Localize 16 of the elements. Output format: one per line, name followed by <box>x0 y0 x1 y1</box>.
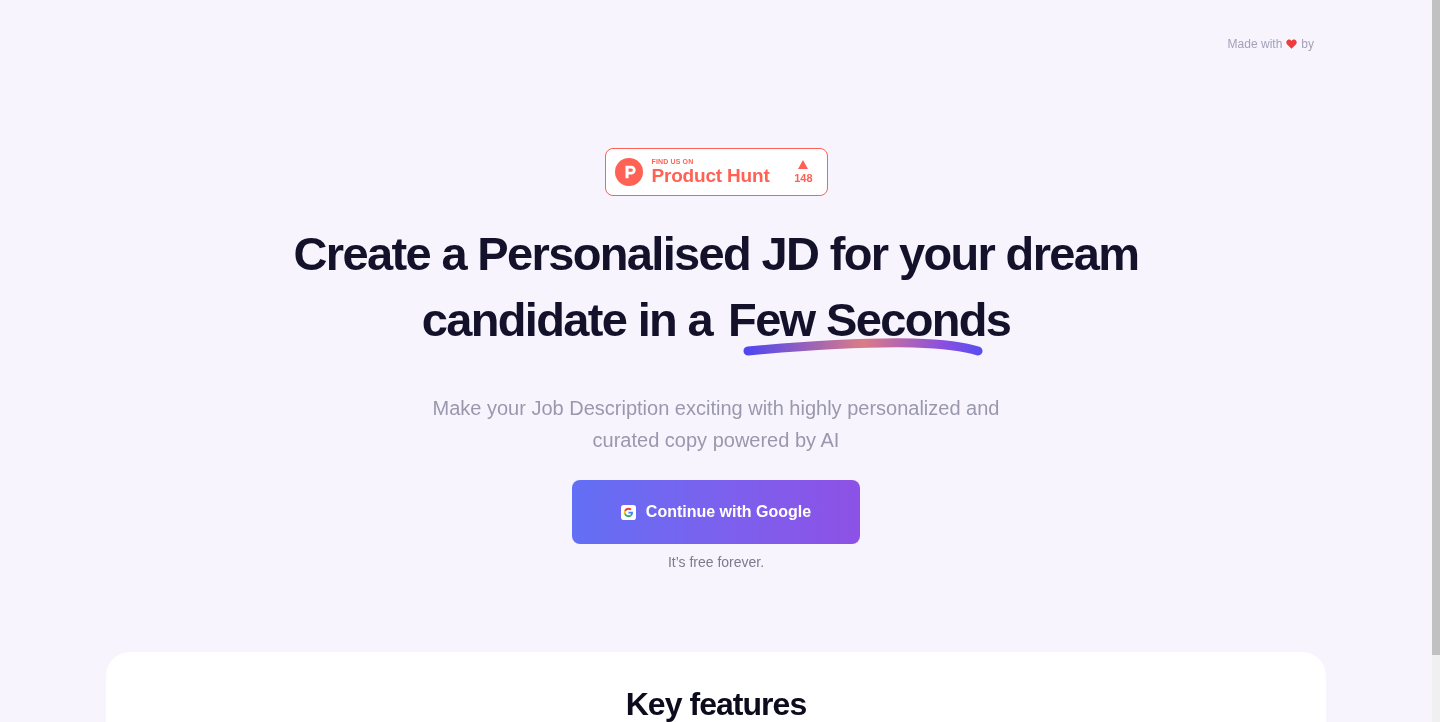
upvote-count: 148 <box>794 170 813 185</box>
upvote-triangle-icon <box>798 159 809 169</box>
g-logo-icon <box>620 504 636 520</box>
badge-title: Product Hunt <box>651 166 770 186</box>
free-forever-note: It’s free forever. <box>667 553 765 572</box>
continue-with-google-button[interactable]: Continue with Google <box>572 480 860 544</box>
brush-underline-icon <box>742 337 985 357</box>
key-features-heading: Key features <box>625 688 807 720</box>
heart-icon <box>1286 39 1298 49</box>
made-with-label: Made with <box>1227 36 1283 52</box>
p-logo-icon <box>614 158 643 186</box>
hero-subtitle: Make your Job Description exciting with highly personalized and curated copy powered by AI <box>431 396 1001 453</box>
headline: Create a Personalised JD for your dream <box>293 226 1139 282</box>
by-label: by <box>1301 36 1314 52</box>
headline: candidate in a <box>421 292 713 348</box>
headline-highlight: Few Seconds <box>728 287 1011 353</box>
